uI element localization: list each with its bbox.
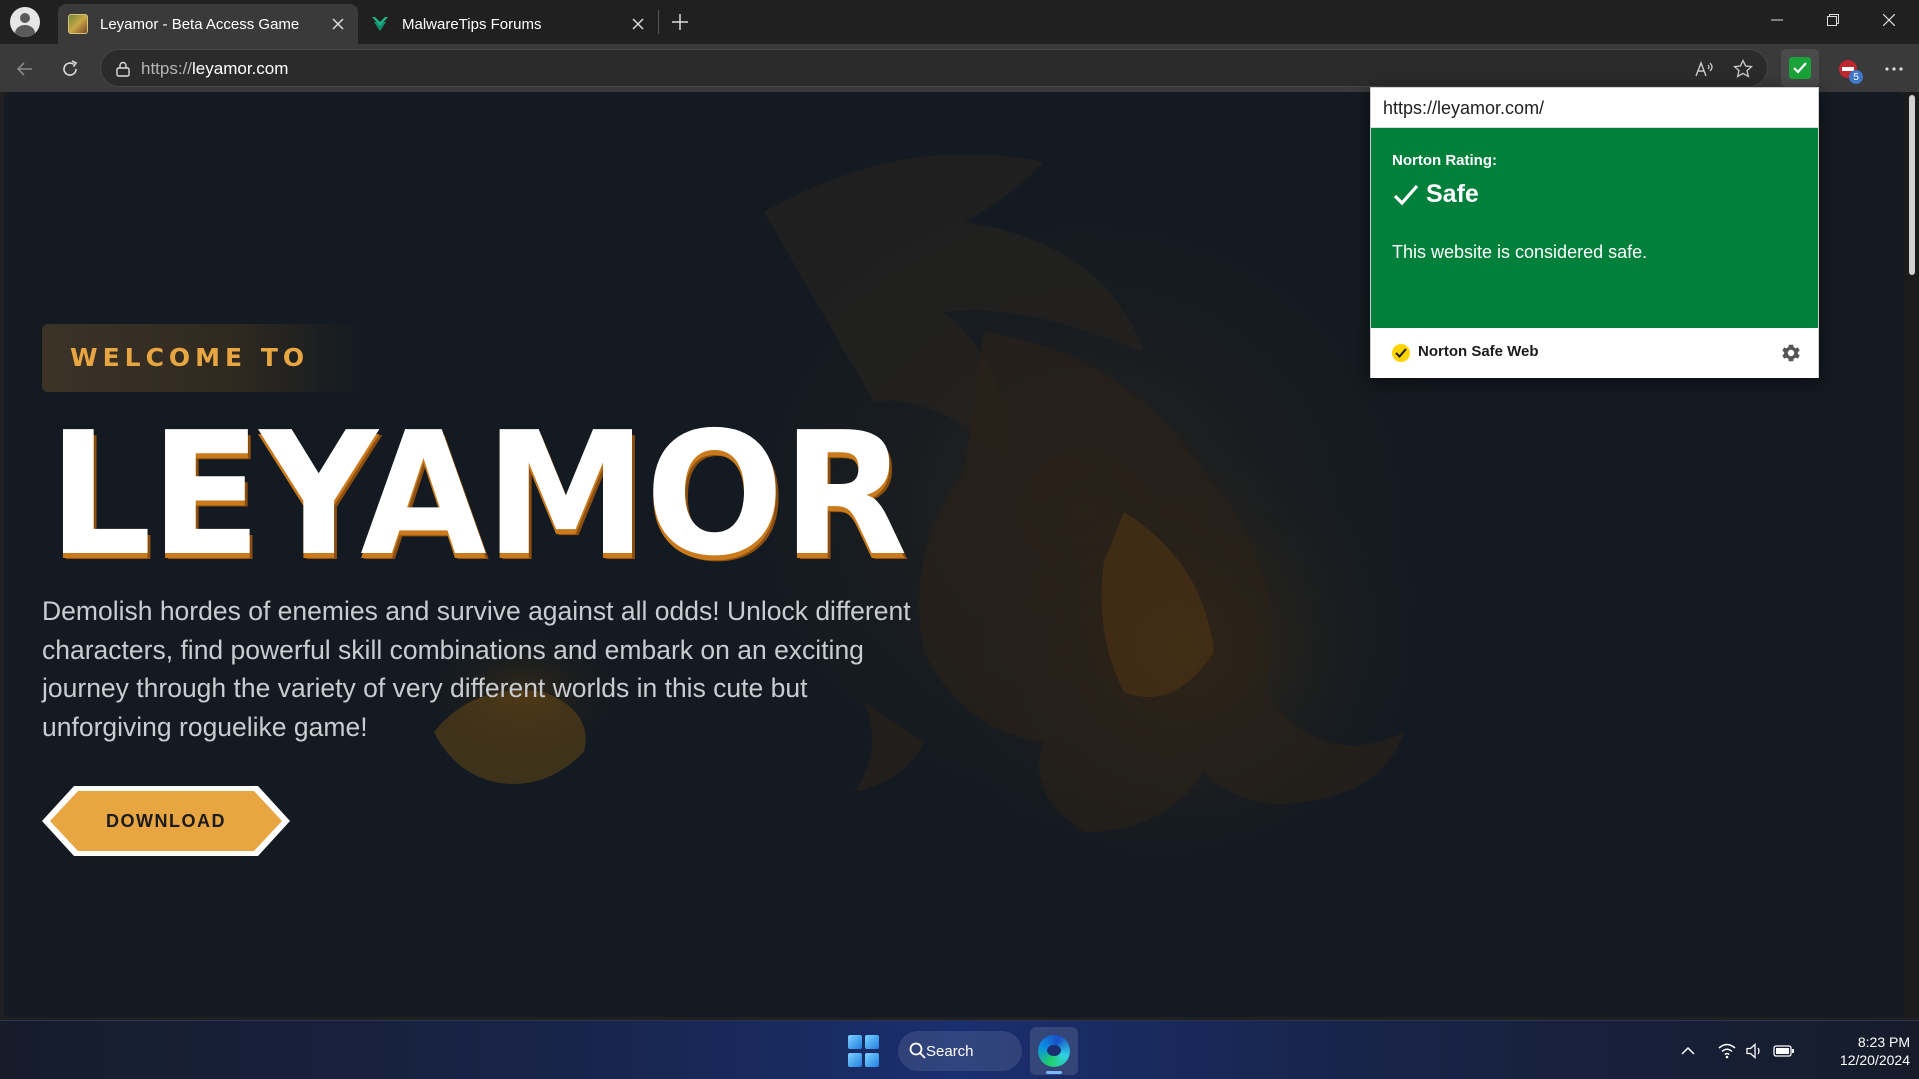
rating-panel: Norton Rating: Safe This website is cons… xyxy=(1371,128,1818,328)
game-logo: LEYAMOR xyxy=(48,396,908,594)
malwaretips-favicon-icon xyxy=(370,14,390,34)
read-aloud-icon[interactable] xyxy=(1693,57,1717,81)
clock-date: 12/20/2024 xyxy=(1839,1052,1910,1068)
browser-toolbar: https://leyamor.com 5 xyxy=(0,44,1919,92)
rating-label: Norton Rating: xyxy=(1392,152,1497,169)
person-icon xyxy=(9,6,40,37)
battery-icon[interactable] xyxy=(1773,1040,1795,1062)
search-icon xyxy=(909,1042,926,1059)
tab-separator xyxy=(658,10,659,34)
tab-close-icon[interactable] xyxy=(324,10,352,38)
tab-close-icon[interactable] xyxy=(624,10,652,38)
lock-icon[interactable] xyxy=(113,59,133,79)
tab-title: MalwareTips Forums xyxy=(402,15,542,33)
norton-logo-icon xyxy=(1392,344,1410,362)
minimize-icon xyxy=(1771,19,1783,21)
new-tab-button[interactable] xyxy=(664,6,696,38)
active-app-indicator xyxy=(1046,1071,1062,1074)
scrollbar-thumb[interactable] xyxy=(1909,95,1915,275)
restore-icon xyxy=(1827,14,1839,26)
show-hidden-icons-button[interactable] xyxy=(1676,1039,1700,1063)
start-button[interactable] xyxy=(848,1035,880,1067)
tab-malwaretips[interactable]: MalwareTips Forums xyxy=(360,4,658,44)
chevron-up-icon xyxy=(1681,1046,1695,1055)
settings-more-button[interactable] xyxy=(1877,52,1911,86)
norton-safe-web-popup: https://leyamor.com/ Norton Rating: Safe… xyxy=(1370,87,1819,378)
url-scheme: https:// xyxy=(141,59,193,78)
close-icon xyxy=(1883,14,1895,26)
download-label: DOWNLOAD xyxy=(106,810,226,831)
arrow-left-icon xyxy=(16,62,32,76)
tab-leyamor[interactable]: Leyamor - Beta Access Game xyxy=(58,4,358,44)
more-horizontal-icon xyxy=(1885,67,1903,71)
clock-time: 8:23 PM xyxy=(1857,1034,1910,1050)
reload-button[interactable] xyxy=(53,52,87,86)
rating-value-text: Safe xyxy=(1426,180,1479,208)
tab-title: Leyamor - Beta Access Game xyxy=(100,15,300,33)
minimize-button[interactable] xyxy=(1749,0,1805,40)
rating-message: This website is considered safe. xyxy=(1392,242,1648,262)
download-button[interactable]: DOWNLOAD xyxy=(42,786,290,856)
search-label: Search xyxy=(926,1042,974,1060)
tab-bar: Leyamor - Beta Access Game MalwareTips F… xyxy=(0,0,1919,44)
check-icon xyxy=(1789,57,1811,79)
norton-extension-button[interactable] xyxy=(1781,49,1819,87)
windows-taskbar: Search 8:23 PM 12/20/2024 xyxy=(0,1020,1919,1079)
url-text[interactable]: https://leyamor.com xyxy=(141,59,288,79)
refresh-icon xyxy=(63,60,78,76)
profile-avatar[interactable] xyxy=(8,5,41,38)
close-window-button[interactable] xyxy=(1861,0,1917,40)
address-bar[interactable]: https://leyamor.com xyxy=(100,49,1768,87)
blocked-count-badge: 5 xyxy=(1849,70,1863,84)
gear-icon[interactable] xyxy=(1778,340,1804,366)
volume-icon[interactable] xyxy=(1744,1040,1766,1062)
taskbar-search[interactable]: Search xyxy=(898,1031,1022,1071)
taskbar-edge-app[interactable] xyxy=(1030,1027,1078,1075)
popup-footer: Norton Safe Web xyxy=(1371,328,1818,378)
game-description: Demolish hordes of enemies and survive a… xyxy=(42,596,911,742)
checkmark-icon xyxy=(1393,184,1419,205)
wifi-icon[interactable] xyxy=(1716,1040,1738,1062)
edge-icon xyxy=(1038,1035,1070,1067)
game-favicon-icon xyxy=(68,14,88,34)
popup-url: https://leyamor.com/ xyxy=(1371,88,1818,128)
page-scrollbar[interactable] xyxy=(1904,92,1919,1017)
restore-button[interactable] xyxy=(1805,0,1861,40)
rating-value: Safe xyxy=(1392,180,1479,209)
welcome-banner: WELCOME TO xyxy=(42,324,362,392)
url-host: leyamor.com xyxy=(192,59,289,78)
ublock-extension-button[interactable]: 5 xyxy=(1831,52,1865,86)
back-button[interactable] xyxy=(8,52,42,86)
welcome-text: WELCOME TO xyxy=(70,343,310,372)
windows-logo-icon xyxy=(848,1035,862,1049)
favorite-star-icon[interactable] xyxy=(1731,57,1755,81)
plus-icon xyxy=(672,14,688,30)
system-clock[interactable]: 8:23 PM 12/20/2024 xyxy=(1810,1033,1910,1069)
norton-brand-name: Norton Safe Web xyxy=(1418,343,1539,360)
